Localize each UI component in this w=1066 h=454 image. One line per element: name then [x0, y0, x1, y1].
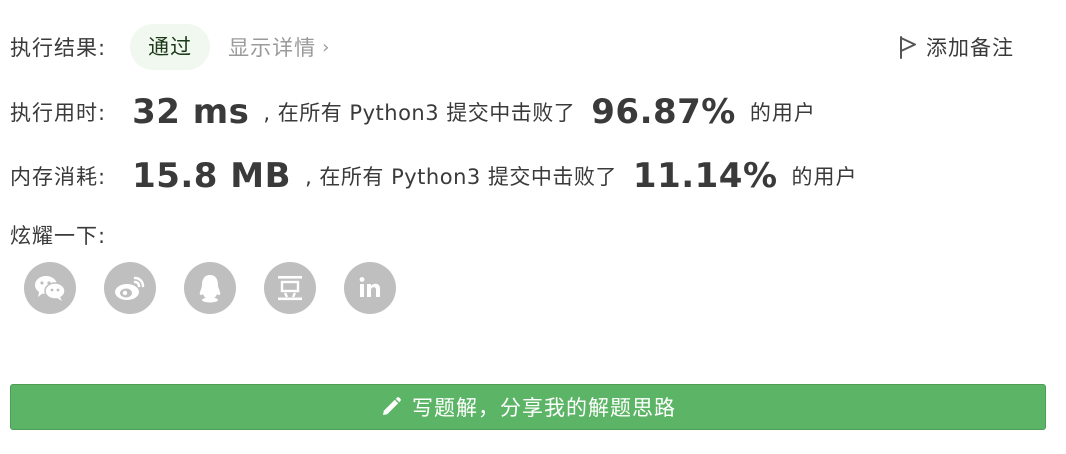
- share-douban-button[interactable]: [264, 262, 316, 314]
- runtime-label: 执行用时:: [10, 101, 107, 125]
- memory-suffix: 的用户: [791, 165, 858, 189]
- show-details-link[interactable]: 显示详情 ›: [228, 32, 330, 62]
- memory-comparison-text: , 在所有 Python3 提交中击败了: [305, 165, 617, 189]
- linkedin-icon: [359, 277, 380, 297]
- add-note-label: 添加备注: [926, 36, 1014, 60]
- runtime-percentile: 96.87%: [591, 92, 736, 132]
- runtime-comparison-text: , 在所有 Python3 提交中击败了: [263, 101, 576, 125]
- chevron-right-icon: ›: [322, 36, 331, 58]
- qq-icon: [199, 275, 221, 303]
- share-weibo-button[interactable]: [104, 262, 156, 314]
- result-label: 执行结果:: [10, 36, 107, 60]
- memory-percentile: 11.14%: [632, 156, 778, 196]
- wechat-icon: [35, 276, 66, 301]
- share-wechat-button[interactable]: [24, 262, 76, 314]
- runtime-value: 32 ms: [132, 92, 250, 132]
- memory-label: 内存消耗:: [10, 165, 107, 189]
- memory-value: 15.8 MB: [132, 156, 292, 196]
- flag-icon: [900, 36, 916, 59]
- pencil-icon: [383, 397, 401, 415]
- weibo-icon: [115, 276, 145, 300]
- submission-result-panel: 执行结果: 通过 显示详情 › 添加备注 执行用时: 32 ms , 在所有 P…: [0, 0, 1066, 454]
- share-icons: [24, 262, 424, 314]
- show-details-label: 显示详情: [228, 36, 317, 60]
- share-qq-button[interactable]: [184, 262, 236, 314]
- douban-icon: [278, 276, 302, 301]
- status-badge: 通过: [130, 24, 211, 70]
- write-solution-button[interactable]: 写题解，分享我的解题思路: [10, 384, 1046, 430]
- memory-row: 内存消耗: 15.8 MB , 在所有 Python3 提交中击败了 11.14…: [10, 152, 858, 200]
- share-linkedin-button[interactable]: [344, 262, 396, 314]
- write-solution-label: 写题解，分享我的解题思路: [412, 396, 676, 420]
- runtime-row: 执行用时: 32 ms , 在所有 Python3 提交中击败了 96.87% …: [10, 88, 816, 136]
- runtime-suffix: 的用户: [749, 101, 816, 125]
- share-label: 炫耀一下:: [10, 224, 107, 248]
- add-note-button[interactable]: 添加备注: [898, 32, 1014, 62]
- result-row: 执行结果: 通过 显示详情 ›: [10, 24, 330, 70]
